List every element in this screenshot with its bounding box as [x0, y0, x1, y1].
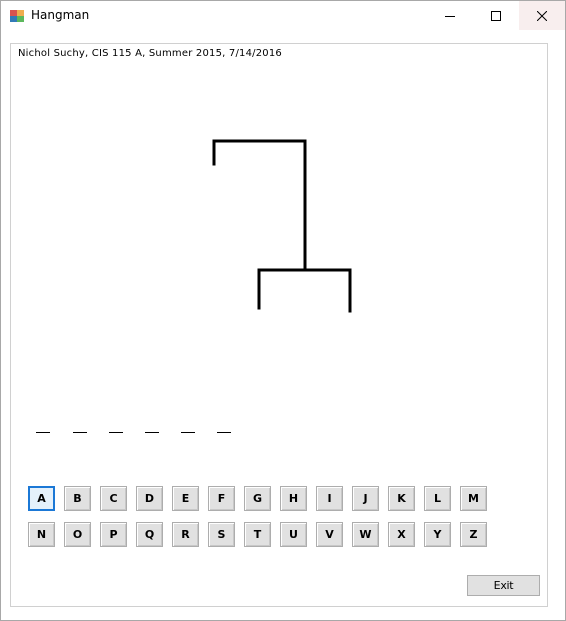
- letter-button-t[interactable]: T: [244, 522, 271, 547]
- letter-button-l[interactable]: L: [424, 486, 451, 511]
- title-bar[interactable]: Hangman: [1, 1, 565, 31]
- minimize-button[interactable]: [427, 1, 473, 30]
- close-button[interactable]: [519, 1, 565, 30]
- author-caption: Nichol Suchy, CIS 115 A, Summer 2015, 7/…: [18, 48, 282, 59]
- maximize-button[interactable]: [473, 1, 519, 30]
- letter-button-p[interactable]: P: [100, 522, 127, 547]
- letter-button-n[interactable]: N: [28, 522, 55, 547]
- exit-button[interactable]: Exit: [467, 575, 540, 596]
- letter-button-v[interactable]: V: [316, 522, 343, 547]
- letter-button-m[interactable]: M: [460, 486, 487, 511]
- letter-button-j[interactable]: J: [352, 486, 379, 511]
- letter-button-f[interactable]: F: [208, 486, 235, 511]
- letter-button-w[interactable]: W: [352, 522, 379, 547]
- letter-button-s[interactable]: S: [208, 522, 235, 547]
- letter-blank: [181, 422, 195, 433]
- close-icon: [537, 10, 547, 21]
- maximize-icon: [491, 10, 501, 21]
- letter-button-c[interactable]: C: [100, 486, 127, 511]
- window-title: Hangman: [31, 8, 90, 22]
- letter-button-r[interactable]: R: [172, 522, 199, 547]
- letter-button-z[interactable]: Z: [460, 522, 487, 547]
- letter-button-y[interactable]: Y: [424, 522, 451, 547]
- letter-button-q[interactable]: Q: [136, 522, 163, 547]
- letter-blank: [36, 422, 50, 433]
- letter-button-e[interactable]: E: [172, 486, 199, 511]
- letter-blank: [145, 422, 159, 433]
- letter-blank: [217, 422, 231, 433]
- minimize-icon: [445, 15, 455, 17]
- letter-button-x[interactable]: X: [388, 522, 415, 547]
- letter-blank: [109, 422, 123, 433]
- letter-button-u[interactable]: U: [280, 522, 307, 547]
- letter-button-k[interactable]: K: [388, 486, 415, 511]
- letter-button-g[interactable]: G: [244, 486, 271, 511]
- letter-button-b[interactable]: B: [64, 486, 91, 511]
- letter-button-h[interactable]: H: [280, 486, 307, 511]
- letter-button-i[interactable]: I: [316, 486, 343, 511]
- letter-button-d[interactable]: D: [136, 486, 163, 511]
- letter-button-a[interactable]: A: [28, 486, 55, 511]
- letter-button-o[interactable]: O: [64, 522, 91, 547]
- app-icon: [10, 10, 24, 22]
- letter-blank: [73, 422, 87, 433]
